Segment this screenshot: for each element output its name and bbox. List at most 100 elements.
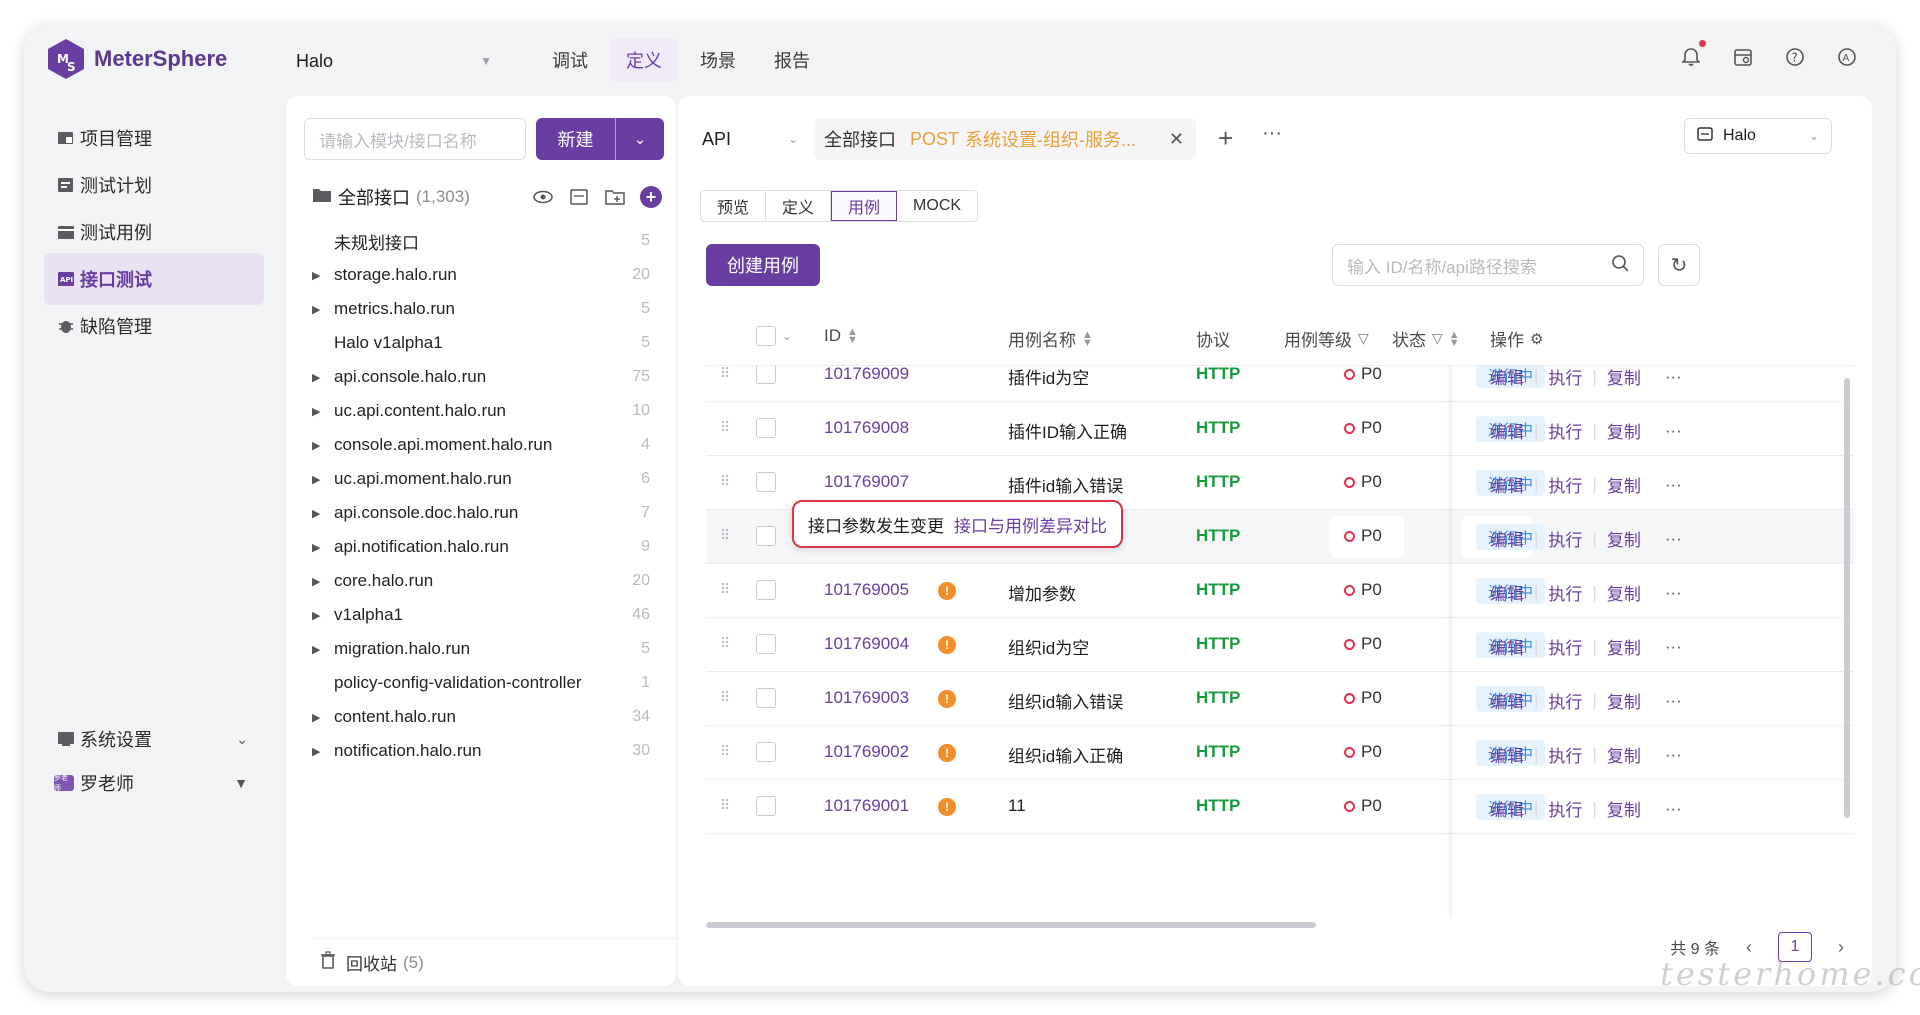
edit-link[interactable]: 编辑	[1490, 796, 1524, 821]
sidebar-item-case[interactable]: 测试用例	[44, 206, 264, 258]
drag-handle-icon[interactable]: ⠿	[720, 743, 730, 760]
header-level[interactable]: 用例等级 ▽	[1284, 326, 1369, 351]
eye-icon[interactable]	[532, 186, 554, 208]
gear-icon[interactable]: ⚙	[1530, 330, 1543, 348]
case-level[interactable]: P0	[1344, 526, 1382, 546]
caret-right-icon[interactable]: ▶	[312, 745, 320, 758]
drag-handle-icon[interactable]: ⠿	[720, 635, 730, 652]
checkbox[interactable]	[756, 418, 776, 438]
row-checkbox[interactable]	[756, 634, 776, 654]
tree-item[interactable]: ▶ uc.api.content.halo.run 10	[304, 394, 664, 428]
tree-item[interactable]: ▶ content.halo.run 34	[304, 700, 664, 734]
table-row[interactable]: ⠿ 101769005! 增加参数 HTTP P0 进行中 编辑 | 执行 | 复制 ···	[706, 564, 1854, 618]
segment-mock[interactable]: MOCK	[897, 191, 977, 221]
checkbox[interactable]	[756, 796, 776, 816]
warning-icon[interactable]: !	[938, 798, 956, 816]
case-level[interactable]: P0	[1344, 688, 1382, 708]
more-icon[interactable]: ···	[1262, 122, 1282, 145]
more-icon[interactable]: ···	[1665, 475, 1682, 495]
sidebar-item-project[interactable]: 项目管理	[44, 112, 264, 164]
row-checkbox[interactable]	[756, 364, 776, 384]
create-case-button[interactable]: 创建用例	[706, 244, 820, 286]
copy-link[interactable]: 复制	[1607, 634, 1641, 659]
header-id[interactable]: ID ▲ ▼	[824, 326, 858, 346]
run-link[interactable]: 执行	[1548, 688, 1582, 713]
row-checkbox[interactable]	[756, 796, 776, 816]
tree-root[interactable]: 全部接口 (1,303) +	[312, 182, 662, 212]
case-id[interactable]: 101769001	[824, 796, 909, 816]
filter-icon[interactable]: ▽	[1432, 330, 1443, 347]
diff-compare-link[interactable]: 接口与用例差异对比	[954, 512, 1107, 537]
caret-right-icon[interactable]: ▶	[312, 541, 320, 554]
drag-handle-icon[interactable]: ⠿	[720, 527, 730, 544]
caret-right-icon[interactable]: ▶	[312, 609, 320, 622]
run-link[interactable]: 执行	[1548, 526, 1582, 551]
copy-link[interactable]: 复制	[1607, 580, 1641, 605]
nav-definition[interactable]: 定义	[610, 38, 678, 82]
edit-link[interactable]: 编辑	[1490, 472, 1524, 497]
caret-right-icon[interactable]: ▶	[312, 371, 320, 384]
case-id[interactable]: 101769002	[824, 742, 909, 762]
more-icon[interactable]: ···	[1665, 583, 1682, 603]
tree-item[interactable]: policy-config-validation-controller 1	[304, 666, 664, 700]
row-checkbox[interactable]	[756, 418, 776, 438]
checkbox[interactable]	[756, 364, 776, 384]
table-row[interactable]: ⠿ 101769002! 组织id输入正确 HTTP P0 进行中 编辑 | 执行 | 复制 ···	[706, 726, 1854, 780]
checkbox[interactable]	[756, 526, 776, 546]
case-id[interactable]: 101769008	[824, 418, 909, 438]
tree-item[interactable]: Halo v1alpha1 5	[304, 326, 664, 360]
checkbox[interactable]	[756, 580, 776, 600]
run-link[interactable]: 执行	[1548, 472, 1582, 497]
drag-handle-icon[interactable]: ⠿	[720, 419, 730, 436]
add-tab-icon[interactable]: +	[1218, 125, 1233, 151]
caret-right-icon[interactable]: ▶	[312, 269, 320, 282]
project-select[interactable]: Halo ▼	[296, 46, 492, 76]
tree-item[interactable]: ▶ storage.halo.run 20	[304, 258, 664, 292]
run-link[interactable]: 执行	[1548, 418, 1582, 443]
checkbox[interactable]	[756, 634, 776, 654]
segment-definition[interactable]: 定义	[766, 191, 832, 221]
sort-icon[interactable]: ▲ ▼	[1082, 329, 1093, 348]
chevron-down-icon[interactable]: ⌄	[782, 329, 792, 343]
caret-right-icon[interactable]: ▶	[312, 507, 320, 520]
sidebar-item-bug[interactable]: 缺陷管理	[44, 300, 264, 352]
select-all-checkbox[interactable]	[756, 326, 776, 346]
case-id[interactable]: 101769009	[824, 364, 909, 384]
caret-right-icon[interactable]: ▶	[312, 711, 320, 724]
caret-right-icon[interactable]: ▶	[312, 439, 320, 452]
copy-link[interactable]: 复制	[1607, 688, 1641, 713]
segment-preview[interactable]: 预览	[701, 191, 767, 221]
warning-icon[interactable]: !	[938, 744, 956, 762]
tab-all-apis[interactable]: 全部接口	[814, 118, 906, 160]
caret-right-icon[interactable]: ▶	[312, 303, 320, 316]
case-id[interactable]: 101769003	[824, 688, 909, 708]
run-link[interactable]: 执行	[1548, 742, 1582, 767]
nav-scenario[interactable]: 场景	[684, 38, 752, 82]
sort-icon[interactable]: ▲ ▼	[847, 327, 858, 346]
run-link[interactable]: 执行	[1548, 634, 1582, 659]
logo[interactable]: M S MeterSphere	[46, 37, 227, 81]
new-dropdown-button[interactable]: ⌄	[616, 118, 664, 160]
sidebar-item-plan[interactable]: 测试计划	[44, 159, 264, 211]
refresh-button[interactable]: ↻	[1658, 244, 1700, 286]
copy-link[interactable]: 复制	[1607, 472, 1641, 497]
tree-item[interactable]: ▶ console.api.moment.halo.run 4	[304, 428, 664, 462]
case-id[interactable]: 101769005	[824, 580, 909, 600]
table-row[interactable]: ⠿ 101769003! 组织id输入错误 HTTP P0 进行中 编辑 | 执行 | 复制 ···	[706, 672, 1854, 726]
copy-link[interactable]: 复制	[1607, 526, 1641, 551]
warning-icon[interactable]: !	[938, 690, 956, 708]
tree-item[interactable]: ▶ uc.api.moment.halo.run 6	[304, 462, 664, 496]
caret-right-icon[interactable]: ▶	[312, 405, 320, 418]
edit-link[interactable]: 编辑	[1490, 364, 1524, 389]
row-checkbox[interactable]	[756, 526, 776, 546]
warning-icon[interactable]: !	[938, 582, 956, 600]
checkbox[interactable]	[756, 742, 776, 762]
case-level[interactable]: P0	[1344, 418, 1382, 438]
select-all[interactable]: ⌄	[756, 326, 792, 346]
copy-link[interactable]: 复制	[1607, 364, 1641, 389]
checkbox[interactable]	[756, 472, 776, 492]
copy-link[interactable]: 复制	[1607, 742, 1641, 767]
header-status[interactable]: 状态 ▽ ▲ ▼	[1392, 326, 1460, 351]
bell-icon[interactable]	[1678, 40, 1706, 70]
caret-right-icon[interactable]: ▶	[312, 643, 320, 656]
